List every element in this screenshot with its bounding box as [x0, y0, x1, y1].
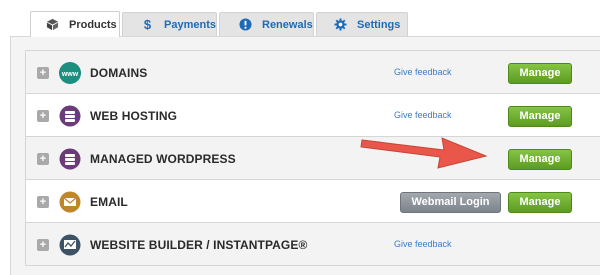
product-name: WEB HOSTING	[90, 109, 178, 123]
product-tabs: Products $ Payments Renewals Settings	[0, 0, 600, 37]
envelope-icon	[59, 191, 81, 213]
webmail-login-button[interactable]: Webmail Login	[400, 192, 501, 213]
expand-icon[interactable]: +	[37, 196, 49, 208]
give-feedback-link[interactable]: Give feedback	[394, 239, 452, 249]
product-name: WEBSITE BUILDER / INSTANTPAGE®	[90, 238, 308, 252]
box-icon	[45, 18, 59, 32]
expand-icon[interactable]: +	[37, 67, 49, 79]
give-feedback-link[interactable]: Give feedback	[394, 110, 452, 120]
alert-icon	[238, 18, 252, 32]
www-globe-icon: www	[59, 62, 81, 84]
expand-icon[interactable]: +	[37, 110, 49, 122]
annotation-arrow	[360, 137, 488, 169]
tab-label: Products	[69, 18, 117, 31]
tab-label: Renewals	[262, 18, 313, 31]
tab-renewals[interactable]: Renewals	[219, 12, 314, 36]
product-row-website-builder: + WEBSITE BUILDER / INSTANTPAGE® Give fe…	[25, 222, 600, 266]
give-feedback-link[interactable]: Give feedback	[394, 67, 452, 77]
manage-button[interactable]: Manage	[508, 63, 572, 84]
expand-icon[interactable]: +	[37, 239, 49, 251]
dollar-icon: $	[143, 17, 152, 32]
manage-button[interactable]: Manage	[508, 106, 572, 127]
tab-products[interactable]: Products	[30, 11, 120, 37]
manage-button[interactable]: Manage	[508, 149, 572, 170]
product-name: MANAGED WORDPRESS	[90, 152, 236, 166]
product-name: EMAIL	[90, 195, 128, 209]
product-name: DOMAINS	[90, 66, 148, 80]
svg-text:www: www	[61, 71, 79, 78]
tab-label: Settings	[357, 18, 401, 31]
gear-icon	[333, 18, 347, 32]
product-row-email: + EMAIL Webmail Login Manage	[25, 179, 600, 223]
hosting-server-icon	[59, 105, 81, 127]
tab-payments[interactable]: $ Payments	[122, 12, 217, 36]
tab-label: Payments	[164, 18, 216, 31]
product-list: + www DOMAINS Give feedback Manage + WEB…	[25, 50, 600, 266]
product-row-managed-wordpress: + MANAGED WORDPRESS Manage	[25, 136, 600, 180]
product-row-web-hosting: + WEB HOSTING Give feedback Manage	[25, 93, 600, 137]
expand-icon[interactable]: +	[37, 153, 49, 165]
manage-button[interactable]: Manage	[508, 192, 572, 213]
website-builder-icon	[59, 234, 81, 256]
tab-settings[interactable]: Settings	[316, 12, 408, 36]
product-row-domains: + www DOMAINS Give feedback Manage	[25, 50, 600, 94]
wordpress-server-icon	[59, 148, 81, 170]
